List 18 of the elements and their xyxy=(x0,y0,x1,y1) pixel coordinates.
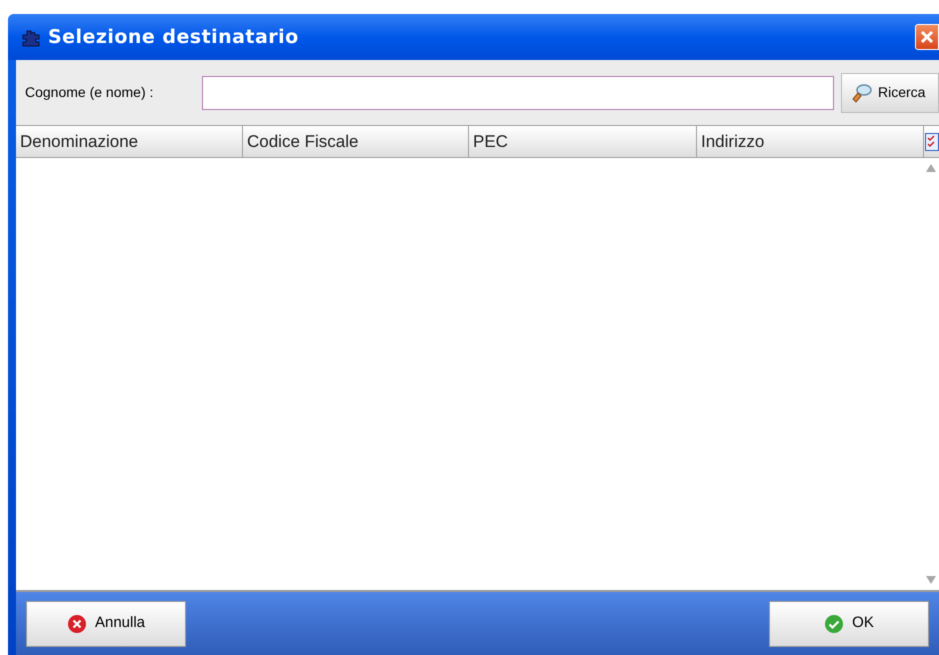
checklist-icon[interactable] xyxy=(924,132,938,150)
column-header[interactable]: Indirizzo xyxy=(697,126,924,157)
column-header[interactable]: PEC xyxy=(469,126,697,157)
column-header[interactable]: Codice Fiscale xyxy=(243,126,469,157)
scroll-up-arrow-icon xyxy=(926,164,936,172)
surname-label: Cognome (e nome) : xyxy=(25,83,154,102)
cancel-icon xyxy=(66,614,87,634)
ok-button[interactable]: OK xyxy=(769,600,929,646)
close-button[interactable] xyxy=(915,24,939,50)
scroll-down-arrow-icon xyxy=(926,576,936,584)
close-icon xyxy=(920,30,934,44)
search-button[interactable]: Ricerca xyxy=(841,72,939,112)
surname-field[interactable] xyxy=(202,76,834,110)
cancel-button[interactable]: Annulla xyxy=(26,600,186,646)
window-title: Selezione destinatario xyxy=(48,24,299,50)
check-icon xyxy=(824,614,844,634)
search-icon xyxy=(850,82,872,104)
column-header[interactable]: Denominazione xyxy=(16,126,243,157)
